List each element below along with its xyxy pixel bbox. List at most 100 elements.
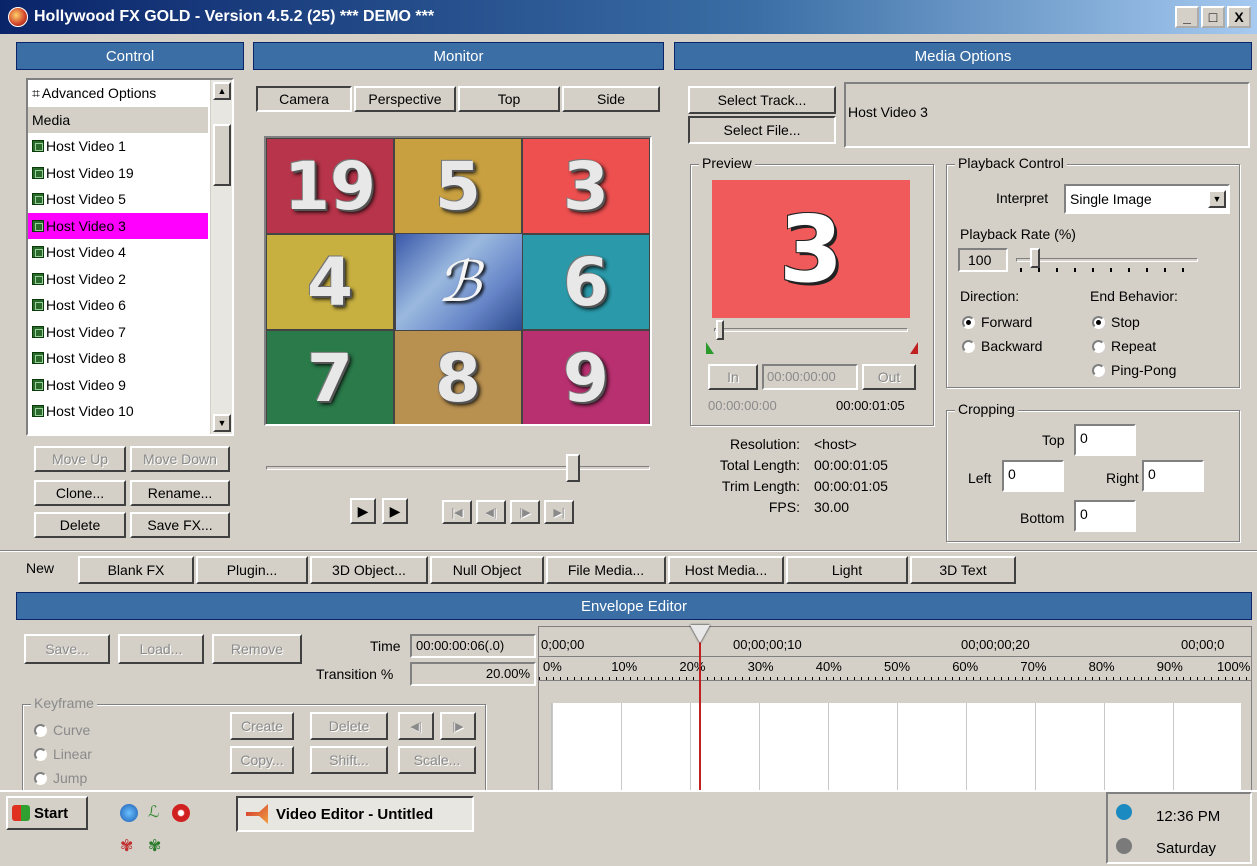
tab-side[interactable]: Side bbox=[562, 86, 660, 112]
tab-top[interactable]: Top bbox=[458, 86, 560, 112]
list-item[interactable]: Host Video 8 bbox=[28, 345, 208, 372]
previous-keyframe-icon[interactable]: ◀| bbox=[398, 712, 434, 740]
scroll-thumb[interactable] bbox=[213, 124, 231, 186]
playback-rate-label: Playback Rate (%) bbox=[960, 226, 1076, 242]
envelope-remove-button[interactable]: Remove bbox=[212, 634, 302, 664]
crop-right-input[interactable]: 0 bbox=[1142, 460, 1204, 492]
end-stop-radio[interactable]: Stop bbox=[1092, 314, 1140, 330]
gear-green-icon[interactable]: ✾ bbox=[148, 836, 166, 855]
envelope-graph[interactable] bbox=[551, 703, 1242, 795]
transition-field[interactable]: 20.00% bbox=[410, 662, 536, 686]
list-item[interactable]: Host Video 7 bbox=[28, 319, 208, 346]
preview-slider-thumb[interactable] bbox=[716, 320, 724, 340]
list-item[interactable]: Host Video 6 bbox=[28, 292, 208, 319]
list-group-media[interactable]: Media bbox=[28, 106, 208, 133]
list-item[interactable]: Host Video 1 bbox=[28, 133, 208, 160]
maximize-button[interactable]: □ bbox=[1201, 6, 1225, 28]
playhead-line[interactable] bbox=[699, 637, 701, 795]
create-keyframe-button[interactable]: Create bbox=[230, 712, 294, 740]
toolbar-host-media-button[interactable]: Host Media... bbox=[668, 556, 784, 584]
envelope-save-button[interactable]: Save... bbox=[24, 634, 110, 664]
clone-button[interactable]: Clone... bbox=[34, 480, 126, 506]
direction-backward-radio[interactable]: Backward bbox=[962, 338, 1042, 354]
out-button[interactable]: Out bbox=[862, 364, 916, 390]
toolbar-file-media-button[interactable]: File Media... bbox=[546, 556, 666, 584]
end-ping-pong-radio[interactable]: Ping-Pong bbox=[1092, 362, 1176, 378]
preview-slider-track[interactable] bbox=[714, 328, 908, 332]
move-down-button[interactable]: Move Down bbox=[130, 446, 230, 472]
envelope-timeline[interactable]: 0;00;00 00;00;00;10 00;00;00;20 00;00;0 0% 1… bbox=[538, 625, 1252, 795]
list-item-advanced-options[interactable]: ⌗ Advanced Options bbox=[28, 80, 208, 107]
list-scrollbar[interactable]: ▲ ▼ bbox=[210, 80, 232, 434]
last-frame-icon[interactable]: ▶| bbox=[544, 500, 574, 524]
curve-radio[interactable]: Curve bbox=[34, 722, 90, 738]
list-item[interactable]: Host Video 10 bbox=[28, 398, 208, 425]
save-fx-button[interactable]: Save FX... bbox=[130, 512, 230, 538]
playback-rate-slider-track[interactable] bbox=[1016, 258, 1198, 262]
media-player-icon[interactable] bbox=[172, 804, 190, 822]
tab-perspective[interactable]: Perspective bbox=[354, 86, 456, 112]
java-icon[interactable]: ℒ bbox=[148, 802, 166, 824]
previous-frame-icon[interactable]: ◀| bbox=[476, 500, 506, 524]
list-item[interactable]: Host Video 3 bbox=[28, 212, 208, 239]
monitor-slider-thumb[interactable] bbox=[565, 454, 580, 482]
gear-red-icon[interactable]: ✾ bbox=[120, 836, 138, 855]
toolbar-null-object-button[interactable]: Null Object bbox=[430, 556, 544, 584]
crop-bottom-input[interactable]: 0 bbox=[1074, 500, 1136, 532]
linear-radio[interactable]: Linear bbox=[34, 746, 92, 762]
envelope-load-button[interactable]: Load... bbox=[118, 634, 204, 664]
list-item[interactable]: Host Video 9 bbox=[28, 372, 208, 399]
close-button[interactable]: X bbox=[1227, 6, 1251, 28]
internet-explorer-icon[interactable] bbox=[120, 804, 138, 822]
volume-icon[interactable] bbox=[1116, 838, 1132, 854]
in-button[interactable]: In bbox=[708, 364, 758, 390]
control-media-list[interactable]: ⌗ Advanced Options Media Host Video 1 Host V… bbox=[26, 78, 234, 436]
direction-forward-radio[interactable]: Forward bbox=[962, 314, 1032, 330]
copy-keyframe-button[interactable]: Copy... bbox=[230, 746, 294, 774]
out-marker-icon[interactable] bbox=[910, 342, 918, 354]
list-item[interactable]: Host Video 2 bbox=[28, 266, 208, 293]
next-frame-icon[interactable]: |▶ bbox=[510, 500, 540, 524]
rename-button[interactable]: Rename... bbox=[130, 480, 230, 506]
in-time-field[interactable]: 00:00:00:00 bbox=[762, 364, 858, 390]
playback-rate-slider-thumb[interactable] bbox=[1030, 248, 1040, 268]
monitor-viewport[interactable]: 19 5 3 4 6 7 8 9 ℬ bbox=[264, 136, 652, 426]
select-track-button[interactable]: Select Track... bbox=[688, 86, 836, 114]
list-item[interactable]: Host Video 5 bbox=[28, 186, 208, 213]
crop-top-input[interactable]: 0 bbox=[1074, 424, 1136, 456]
list-item[interactable]: Host Video 4 bbox=[28, 239, 208, 266]
interpret-select[interactable]: Single Image ▼ bbox=[1064, 184, 1230, 214]
toolbar-3d-object-button[interactable]: 3D Object... bbox=[310, 556, 428, 584]
time-field[interactable]: 00:00:00:06(.0) bbox=[410, 634, 536, 658]
playback-rate-field[interactable]: 100 bbox=[958, 248, 1008, 272]
play-once-icon[interactable]: ▶ bbox=[382, 498, 408, 524]
crop-left-input[interactable]: 0 bbox=[1002, 460, 1064, 492]
delete-button[interactable]: Delete bbox=[34, 512, 126, 538]
toolbar-plugin-button[interactable]: Plugin... bbox=[196, 556, 308, 584]
tab-camera[interactable]: Camera bbox=[256, 86, 352, 112]
in-marker-icon[interactable] bbox=[706, 342, 714, 354]
task-video-editor[interactable]: Video Editor - Untitled bbox=[236, 796, 474, 832]
jump-radio[interactable]: Jump bbox=[34, 770, 87, 786]
next-keyframe-icon[interactable]: |▶ bbox=[440, 712, 476, 740]
toolbar-3d-text-button[interactable]: 3D Text bbox=[910, 556, 1016, 584]
list-item[interactable]: Host Video 19 bbox=[28, 160, 208, 187]
monitor-slider-track[interactable] bbox=[266, 466, 650, 470]
select-file-button[interactable]: Select File... bbox=[688, 116, 836, 144]
chevron-down-icon[interactable]: ▼ bbox=[1208, 190, 1226, 208]
start-button[interactable]: Start bbox=[6, 796, 88, 830]
scroll-down-arrow-icon[interactable]: ▼ bbox=[213, 414, 231, 432]
network-icon[interactable] bbox=[1116, 804, 1132, 820]
shift-keyframe-button[interactable]: Shift... bbox=[310, 746, 388, 774]
play-loop-icon[interactable]: ▶ bbox=[350, 498, 376, 524]
scale-keyframe-button[interactable]: Scale... bbox=[398, 746, 476, 774]
delete-keyframe-button[interactable]: Delete bbox=[310, 712, 388, 740]
end-repeat-radio[interactable]: Repeat bbox=[1092, 338, 1156, 354]
toolbar-light-button[interactable]: Light bbox=[786, 556, 908, 584]
scroll-up-arrow-icon[interactable]: ▲ bbox=[213, 82, 231, 100]
minimize-button[interactable]: _ bbox=[1175, 6, 1199, 28]
first-frame-icon[interactable]: |◀ bbox=[442, 500, 472, 524]
toolbar-blank-fx-button[interactable]: Blank FX bbox=[78, 556, 194, 584]
move-up-button[interactable]: Move Up bbox=[34, 446, 126, 472]
playhead-handle-icon[interactable] bbox=[690, 625, 710, 643]
